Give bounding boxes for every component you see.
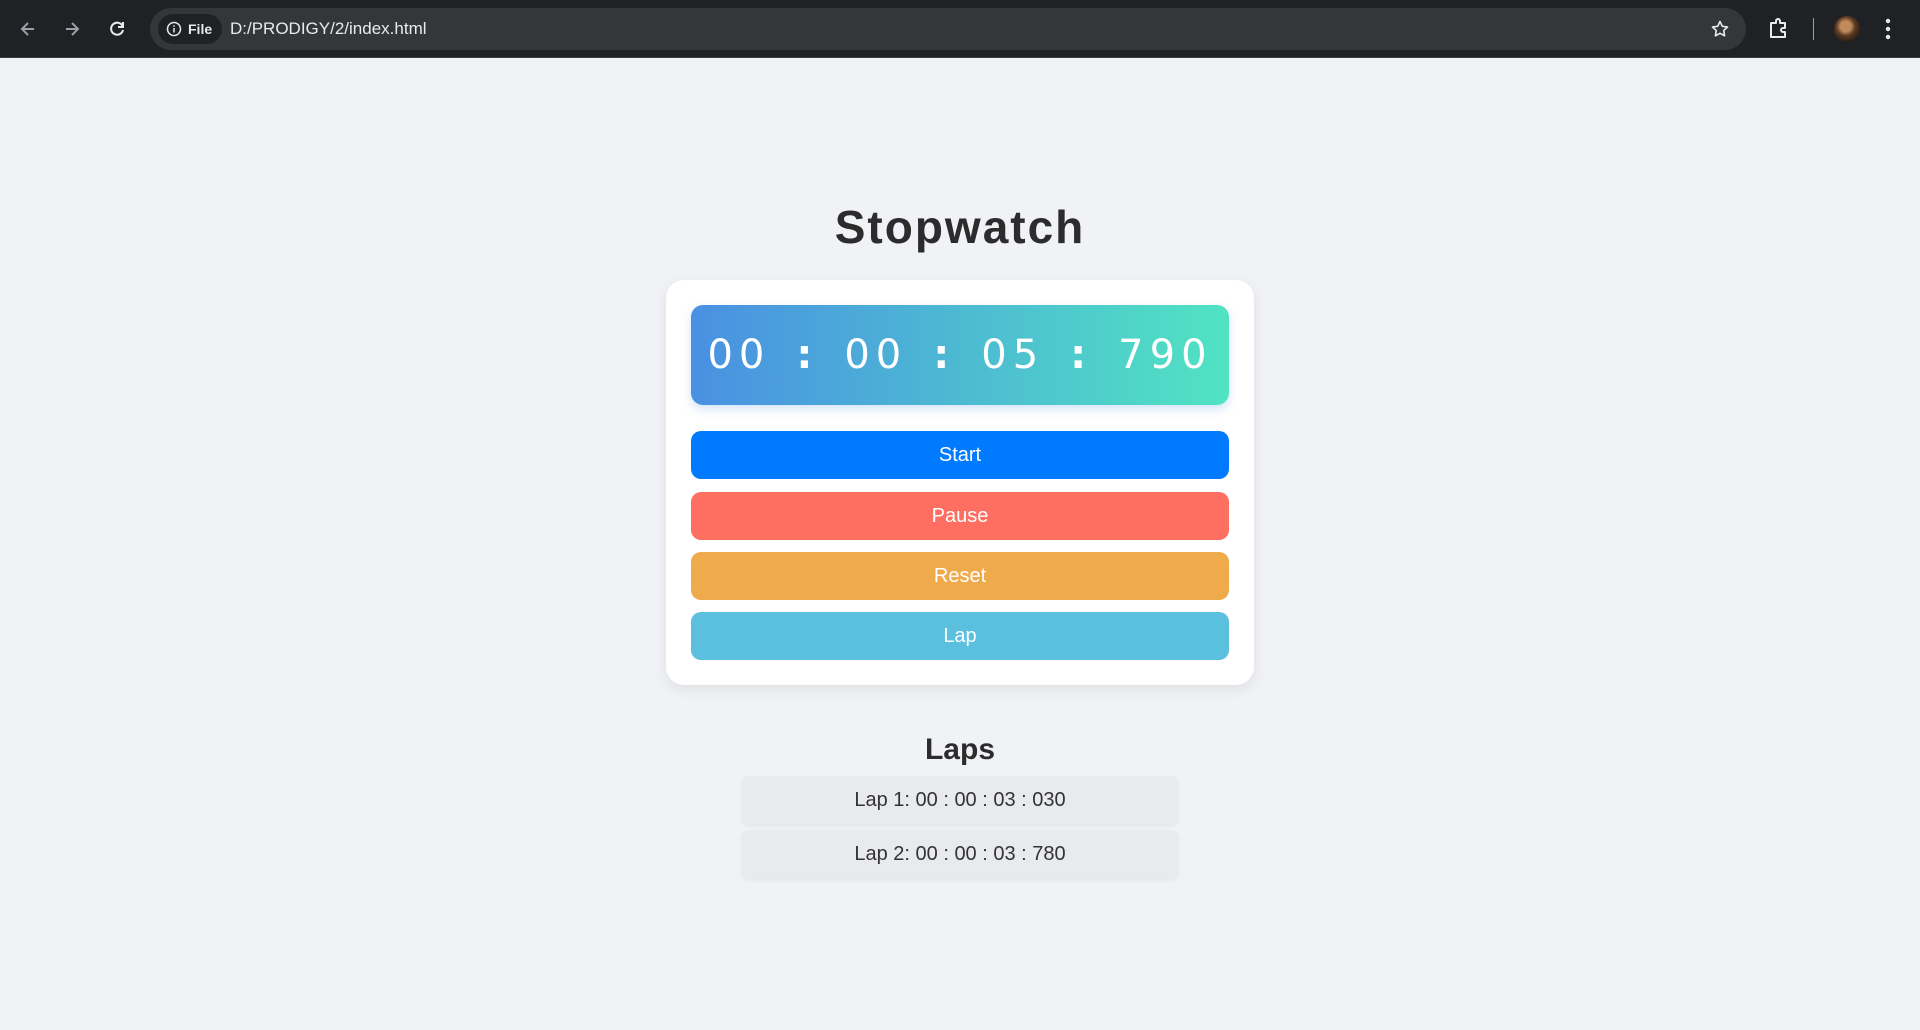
forward-button[interactable]	[56, 13, 88, 45]
site-chip-label: File	[188, 21, 213, 37]
pause-button[interactable]: Pause	[691, 492, 1229, 540]
time-separator: :	[796, 332, 819, 378]
lap-item: Lap 1: 00 : 00 : 03 : 030	[742, 776, 1178, 824]
extensions-icon[interactable]	[1766, 15, 1792, 41]
reload-icon	[110, 21, 124, 36]
laps-heading: Laps	[924, 733, 996, 766]
back-arrow-icon	[20, 22, 34, 36]
browser-toolbar: File D:/PRODIGY/2/index.html	[0, 0, 1920, 58]
site-info-chip[interactable]: File	[158, 14, 223, 44]
back-button[interactable]	[12, 13, 44, 45]
kebab-menu-icon[interactable]	[1884, 17, 1892, 41]
hours-value: 00	[707, 332, 771, 378]
reset-button[interactable]: Reset	[691, 552, 1229, 600]
time-separator: :	[1070, 332, 1093, 378]
url-text[interactable]: D:/PRODIGY/2/index.html	[230, 8, 427, 50]
avatar[interactable]	[1834, 16, 1860, 42]
seconds-value: 05	[981, 332, 1045, 378]
toolbar-divider	[1813, 18, 1814, 40]
lap-button[interactable]: Lap	[691, 612, 1229, 660]
star-icon[interactable]	[1710, 19, 1730, 39]
time-display: 00:00:05:790	[691, 305, 1229, 405]
time-separator: :	[933, 332, 956, 378]
forward-arrow-icon	[66, 22, 80, 36]
laps-list: Lap 1: 00 : 00 : 03 : 030 Lap 2: 00 : 00…	[742, 776, 1178, 884]
start-button[interactable]: Start	[691, 431, 1229, 479]
reload-button[interactable]	[101, 13, 133, 45]
info-icon	[166, 21, 182, 37]
milliseconds-value: 790	[1118, 332, 1213, 378]
lap-item: Lap 2: 00 : 00 : 03 : 780	[742, 830, 1178, 878]
minutes-value: 00	[844, 332, 908, 378]
stopwatch-card: 00:00:05:790 Start Pause Reset Lap	[666, 280, 1254, 685]
address-bar[interactable]: File D:/PRODIGY/2/index.html	[150, 8, 1746, 50]
page-title: Stopwatch	[834, 201, 1086, 253]
